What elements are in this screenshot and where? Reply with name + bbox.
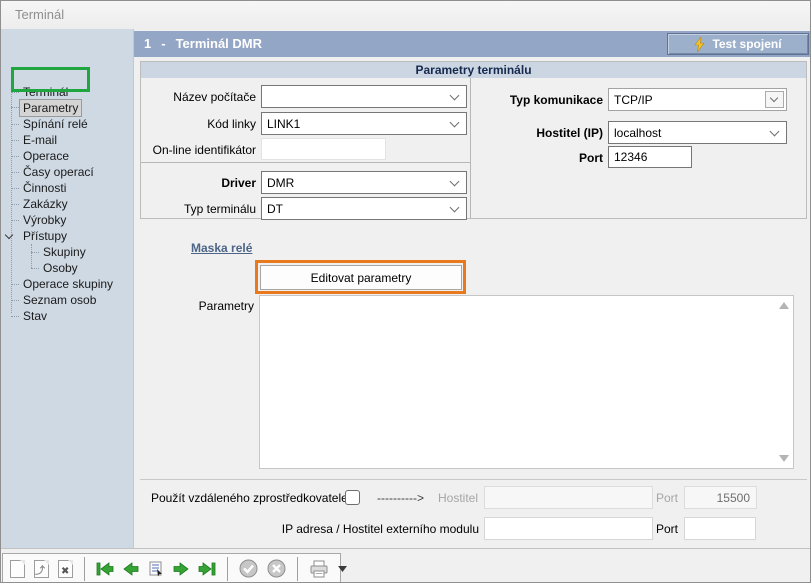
online-identifier-input[interactable] xyxy=(261,138,386,160)
test-connection-label: Test spojení xyxy=(712,37,781,51)
page-title: Terminál DMR xyxy=(176,36,262,51)
previous-record-icon[interactable] xyxy=(123,559,139,579)
chevron-down-icon xyxy=(450,91,460,101)
use-remote-mediator-checkbox[interactable] xyxy=(345,490,360,505)
computer-name-combobox[interactable] xyxy=(261,85,467,108)
window-titlebar: Terminál xyxy=(1,1,810,29)
toolbar-separator xyxy=(227,557,228,581)
line-code-label: Kód linky xyxy=(140,117,256,131)
remote-port-input: 15500 xyxy=(684,486,757,509)
sidebar-item-stav[interactable]: Stav xyxy=(1,308,134,324)
terminal-type-label: Typ terminálu xyxy=(140,202,256,216)
remote-host-label: Hostitel xyxy=(401,491,478,505)
print-icon[interactable] xyxy=(309,559,329,579)
combo-dropdown-button[interactable] xyxy=(765,91,784,108)
toolbar-separator xyxy=(297,557,298,581)
sidebar-item-spinani-rele[interactable]: Spínání relé xyxy=(1,116,134,132)
parameters-textarea[interactable] xyxy=(259,295,794,469)
record-toolbar: ⤴ ✖ xyxy=(2,553,341,583)
external-module-ip-input[interactable] xyxy=(484,517,653,540)
lightning-bolt-icon xyxy=(694,37,705,52)
sidebar-item-pristupy[interactable]: Přístupy xyxy=(1,228,134,244)
external-module-ip-label: IP adresa / Hostitel externího modulu xyxy=(241,522,479,536)
bottom-toolbar: ⤴ ✖ xyxy=(1,548,810,582)
line-code-combobox[interactable]: LINK1 xyxy=(261,112,467,135)
external-port-input[interactable] xyxy=(684,517,756,540)
tree-expand-chevron-icon[interactable] xyxy=(5,231,13,239)
next-record-icon[interactable] xyxy=(173,559,189,579)
chevron-down-icon xyxy=(450,203,460,213)
cancel-record-icon[interactable] xyxy=(267,559,286,579)
remote-port-label: Port xyxy=(631,491,678,505)
relay-mask-link[interactable]: Maska relé xyxy=(191,241,252,255)
chevron-down-icon xyxy=(770,127,780,137)
first-record-icon[interactable] xyxy=(96,559,114,579)
test-connection-button[interactable]: Test spojení xyxy=(667,33,809,55)
save-record-icon[interactable]: ⤴ xyxy=(34,559,49,579)
application-window: Terminál Terminál Parametry Spínání relé… xyxy=(0,0,811,583)
terminal-type-combobox[interactable]: DT xyxy=(261,197,467,220)
driver-label: Driver xyxy=(140,176,256,190)
last-record-icon[interactable] xyxy=(198,559,216,579)
sidebar-item-seznam-osob[interactable]: Seznam osob xyxy=(1,292,134,308)
group-title: Parametry terminálu xyxy=(141,62,806,78)
confirm-record-icon[interactable] xyxy=(239,559,258,579)
driver-combobox[interactable]: DMR xyxy=(261,171,467,194)
window-title: Terminál xyxy=(15,7,64,22)
communication-type-combobox[interactable]: TCP/IP xyxy=(608,88,787,111)
remote-host-input xyxy=(484,486,653,509)
sidebar-item-parametry[interactable]: Parametry xyxy=(1,99,134,115)
sidebar-item-osoby[interactable]: Osoby xyxy=(1,260,134,276)
sidebar-item-operace[interactable]: Operace xyxy=(1,148,134,164)
chevron-down-icon xyxy=(770,94,778,102)
online-identifier-label: On-line identifikátor xyxy=(140,143,256,157)
record-separator: - xyxy=(161,36,165,51)
sidebar-item-terminal[interactable]: Terminál xyxy=(1,84,134,100)
sidebar-item-cinnosti[interactable]: Činnosti xyxy=(1,180,134,196)
toolbar-separator xyxy=(84,557,85,581)
section-divider xyxy=(140,479,807,480)
browse-records-icon[interactable] xyxy=(148,559,164,579)
sidebar-item-operace-skupiny[interactable]: Operace skupiny xyxy=(1,276,134,292)
scroll-up-icon[interactable] xyxy=(779,302,789,309)
sidebar-item-casy-operaci[interactable]: Časy operací xyxy=(1,164,134,180)
use-remote-mediator-label: Použít vzdáleného zprostředkovatele xyxy=(151,491,339,505)
chevron-down-icon xyxy=(450,118,460,128)
sidebar-item-skupiny[interactable]: Skupiny xyxy=(1,244,134,260)
sidebar-item-zakazky[interactable]: Zakázky xyxy=(1,196,134,212)
external-port-label: Port xyxy=(631,522,678,536)
communication-type-label: Typ komunikace xyxy=(471,93,603,107)
print-menu-caret-icon[interactable] xyxy=(338,559,347,579)
host-ip-combobox[interactable]: localhost xyxy=(608,121,787,144)
left-section-divider xyxy=(141,162,470,163)
sidebar-item-email[interactable]: E-mail xyxy=(1,132,134,148)
port-input[interactable]: 12346 xyxy=(608,146,692,168)
port-label: Port xyxy=(471,151,603,165)
selected-tree-item[interactable]: Parametry xyxy=(19,99,82,117)
record-header-text: 1-Terminál DMR xyxy=(144,31,262,57)
chevron-down-icon xyxy=(450,177,460,187)
computer-name-label: Název počítače xyxy=(140,90,256,104)
host-ip-label: Hostitel (IP) xyxy=(471,126,603,140)
sidebar-tree: Terminál Parametry Spínání relé E-mail O… xyxy=(1,29,134,548)
sidebar-item-vyrobky[interactable]: Výrobky xyxy=(1,212,134,228)
new-record-icon[interactable] xyxy=(10,559,25,579)
scroll-down-icon[interactable] xyxy=(779,455,789,462)
parameters-label: Parametry xyxy=(151,299,254,313)
delete-record-icon[interactable]: ✖ xyxy=(58,559,73,579)
edit-parameters-button[interactable]: Editovat parametry xyxy=(260,265,462,290)
record-number: 1 xyxy=(144,36,151,51)
